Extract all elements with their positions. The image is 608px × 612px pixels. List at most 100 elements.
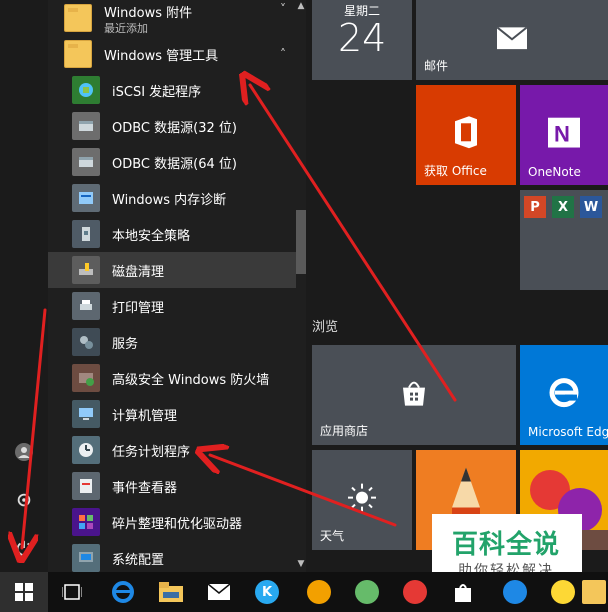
folder-icon [582,580,606,604]
task-view-button[interactable] [48,572,96,612]
list-item[interactable]: 高级安全 Windows 防火墙 [48,360,296,396]
list-item-label: Windows 内存诊断 [112,192,227,208]
start-left-rail [0,0,48,572]
list-item[interactable]: ODBC 数据源(32 位) [48,108,296,144]
list-item[interactable]: 任务计划程序 [48,432,296,468]
folder-label: Windows 附件 [104,6,193,21]
folder-label: Windows 管理工具 [104,48,219,64]
calendar-date: 24 [338,16,387,60]
start-menu-screen: Windows 附件 最近添加 ˅ Windows 管理工具 ˄ iSCSI 发… [0,0,608,612]
user-account-button[interactable] [8,436,40,468]
windows-logo-icon [15,583,33,601]
start-button[interactable] [0,572,48,612]
memory-diagnostic-icon [72,184,100,212]
tile-label: 获取 Office [424,164,487,178]
taskbar-app-orange-button[interactable] [295,572,343,612]
list-item[interactable]: 服务 [48,324,296,360]
store-tile[interactable]: 应用商店 [312,345,516,445]
taskbar: K [0,572,608,612]
disk-cleanup-icon [72,256,100,284]
office-apps-tile[interactable]: P X W [520,190,608,290]
list-item-label: 系统配置 [112,552,165,568]
database-icon [72,148,100,176]
store-icon [455,584,471,602]
taskbar-app-blue-button[interactable] [491,572,539,612]
calendar-tile[interactable]: 星期二 24 [312,0,412,80]
taskbar-app-k-button[interactable]: K [243,572,291,612]
office-icon [451,115,481,149]
list-item[interactable]: iSCSI 发起程序 [48,72,296,108]
app-list: Windows 附件 最近添加 ˅ Windows 管理工具 ˄ iSCSI 发… [48,0,296,572]
list-item[interactable]: 磁盘清理 [48,252,296,288]
chevron-up-icon: ˄ [280,47,286,61]
red-app-icon [403,580,427,604]
list-item-label: 事件查看器 [112,480,178,496]
list-item-label: ODBC 数据源(32 位) [112,120,237,136]
folder-windows-accessories[interactable]: Windows 附件 最近添加 ˅ [48,0,296,36]
mail-tile[interactable]: 邮件 [416,0,608,80]
database-icon [72,112,100,140]
office-tile[interactable]: 获取 Office [416,85,516,185]
folder-windows-admin-tools[interactable]: Windows 管理工具 ˄ [48,36,296,72]
mail-icon [497,27,527,50]
onenote-tile[interactable]: N OneNote [520,85,608,185]
list-item[interactable]: 打印管理 [48,288,296,324]
list-item[interactable]: ODBC 数据源(64 位) [48,144,296,180]
gear-icon [17,493,31,507]
list-item[interactable]: 系统配置 [48,540,296,572]
list-item-label: 高级安全 Windows 防火墙 [112,372,270,388]
firewall-icon [72,364,100,392]
tile-label: 天气 [320,529,345,543]
tile-label: 邮件 [424,59,449,73]
list-item[interactable]: 本地安全策略 [48,216,296,252]
power-icon [16,540,32,556]
tile-label: OneNote [528,165,581,179]
taskbar-explorer-button[interactable] [147,572,195,612]
taskbar-edge-button[interactable] [99,572,147,612]
list-item-label: 打印管理 [112,300,165,316]
list-item-label: 任务计划程序 [112,444,191,460]
powerpoint-icon: P [524,196,546,218]
task-view-icon [62,584,82,600]
taskbar-mail-button[interactable] [195,572,243,612]
scroll-up-button[interactable]: ▲ [296,0,306,12]
app-list-scrollbar[interactable] [296,0,306,572]
onenote-icon: N [548,117,580,148]
list-item-label: ODBC 数据源(64 位) [112,156,237,172]
task-scheduler-icon [72,436,100,464]
edge-tile[interactable]: Microsoft Edge [520,345,608,445]
scrollbar-thumb[interactable] [296,210,306,274]
security-policy-icon [72,220,100,248]
yellow-app-icon [551,580,575,604]
settings-button[interactable] [8,484,40,516]
taskbar-app-folder-button[interactable] [580,572,608,612]
folder-icon [64,40,92,68]
store-icon [399,378,429,408]
k-app-icon: K [255,580,279,604]
printer-icon [72,292,100,320]
services-icon [72,328,100,356]
list-item[interactable]: 碎片整理和优化驱动器 [48,504,296,540]
taskbar-app-red-button[interactable] [391,572,439,612]
event-viewer-icon [72,472,100,500]
list-item-label: 计算机管理 [112,408,178,424]
excel-icon: X [552,196,574,218]
weather-tile[interactable]: 天气 [312,450,412,550]
taskbar-store-button[interactable] [439,572,487,612]
tile-label: Microsoft Edge [528,425,608,439]
scroll-down-button[interactable]: ▼ [296,558,306,570]
list-item[interactable]: Windows 内存诊断 [48,180,296,216]
list-item-label: 磁盘清理 [112,264,165,280]
list-item[interactable]: 计算机管理 [48,396,296,432]
power-button[interactable] [8,532,40,564]
tile-label: 应用商店 [320,424,369,438]
mail-icon [208,584,230,600]
green-app-icon [355,580,379,604]
recently-added-label: 最近添加 [104,22,148,35]
folder-icon [159,582,183,602]
taskbar-app-green-button[interactable] [343,572,391,612]
watermark-title: 百科全说 [452,530,561,560]
word-icon: W [580,196,602,218]
list-item[interactable]: 事件查看器 [48,468,296,504]
chevron-down-icon: ˅ [280,2,286,16]
